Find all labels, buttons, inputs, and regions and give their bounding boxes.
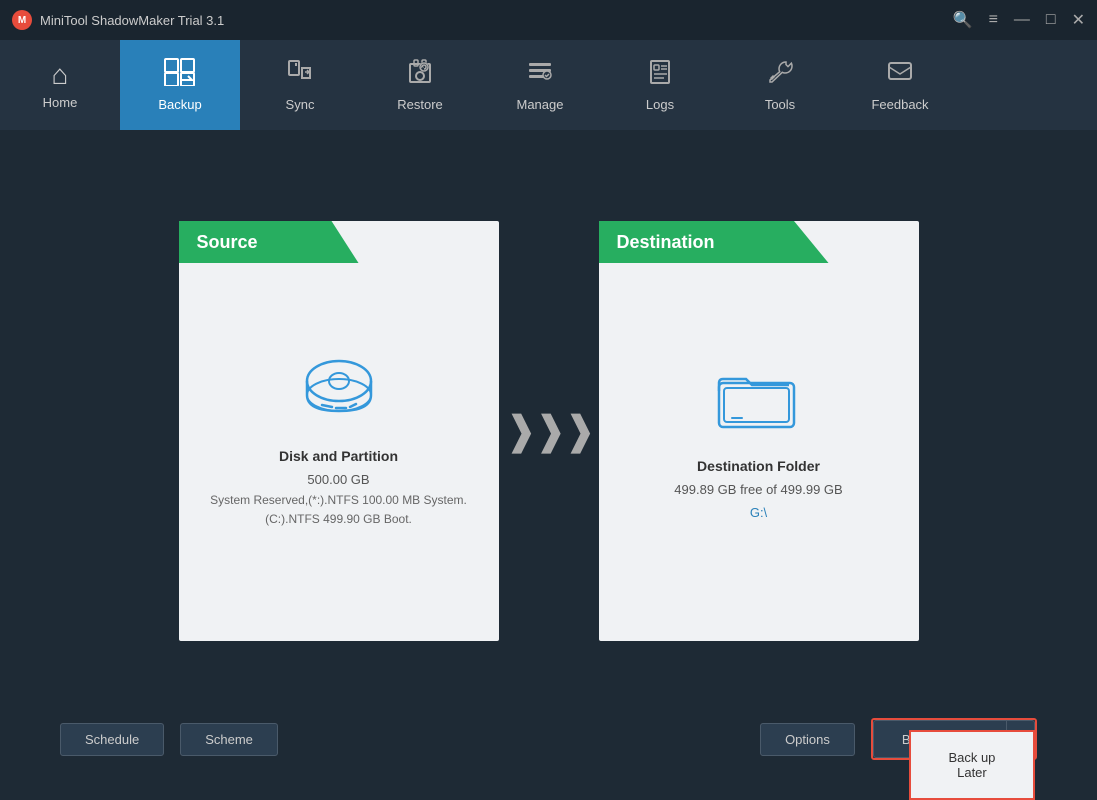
nav-manage-label: Manage: [517, 97, 564, 112]
nav-home-label: Home: [43, 95, 78, 110]
destination-card[interactable]: Destination Destination Folder 499.89 GB…: [599, 221, 919, 641]
title-bar: M MiniTool ShadowMaker Trial 3.1 🔍 ≡ — □…: [0, 0, 1097, 40]
arrow-section: ❱❱❱: [499, 408, 599, 454]
nav-restore-label: Restore: [397, 97, 443, 112]
nav-manage[interactable]: Manage: [480, 40, 600, 130]
nav-bar: ⌂ Home Backup Sync: [0, 40, 1097, 130]
logs-icon: [646, 58, 674, 91]
title-bar-left: M MiniTool ShadowMaker Trial 3.1: [12, 10, 224, 30]
bottom-right: Options Back up Now ▾ Back up Later: [760, 718, 1037, 760]
nav-tools[interactable]: Tools: [720, 40, 840, 130]
menu-icon[interactable]: ≡: [989, 11, 998, 29]
nav-sync-label: Sync: [286, 97, 315, 112]
nav-feedback[interactable]: Feedback: [840, 40, 960, 130]
schedule-button[interactable]: Schedule: [60, 723, 164, 756]
destination-title: Destination Folder: [697, 458, 820, 474]
nav-logs-label: Logs: [646, 97, 674, 112]
destination-header: Destination: [599, 221, 829, 263]
cards-row: Source Disk and Partition 500.00 GB Syst…: [60, 160, 1037, 702]
source-title: Disk and Partition: [279, 448, 398, 464]
restore-icon: [406, 58, 434, 91]
minimize-icon[interactable]: —: [1014, 11, 1030, 29]
destination-free: 499.89 GB free of 499.99 GB: [674, 482, 842, 497]
nav-sync[interactable]: Sync: [240, 40, 360, 130]
close-icon[interactable]: ✕: [1072, 10, 1085, 30]
forward-arrows: ❱❱❱: [504, 408, 593, 454]
backup-later-button[interactable]: Back up Later: [911, 742, 1033, 788]
nav-home[interactable]: ⌂ Home: [0, 40, 120, 130]
feedback-icon: [886, 58, 914, 91]
bottom-bar: Schedule Scheme Options Back up Now ▾ Ba…: [60, 718, 1037, 770]
maximize-icon[interactable]: □: [1046, 11, 1056, 29]
app-title: MiniTool ShadowMaker Trial 3.1: [40, 13, 224, 28]
nav-backup-label: Backup: [158, 97, 201, 112]
nav-tools-label: Tools: [765, 97, 795, 112]
main-content: Source Disk and Partition 500.00 GB Syst…: [0, 130, 1097, 790]
search-icon[interactable]: 🔍: [953, 10, 973, 30]
nav-feedback-label: Feedback: [871, 97, 928, 112]
window-controls[interactable]: 🔍 ≡ — □ ✕: [953, 10, 1085, 30]
nav-restore[interactable]: Restore: [360, 40, 480, 130]
manage-icon: [526, 58, 554, 91]
nav-backup[interactable]: Backup: [120, 40, 240, 130]
scheme-button[interactable]: Scheme: [180, 723, 278, 756]
source-size: 500.00 GB: [307, 472, 369, 487]
folder-icon: [714, 363, 804, 438]
source-detail: System Reserved,(*:).NTFS 100.00 MB Syst…: [179, 491, 499, 529]
destination-path: G:\: [750, 505, 767, 520]
backup-icon: [164, 58, 196, 91]
tools-icon: [766, 58, 794, 91]
source-card[interactable]: Source Disk and Partition 500.00 GB Syst…: [179, 221, 499, 641]
disk-icon: [294, 353, 384, 428]
sync-icon: [286, 58, 314, 91]
backup-group: Back up Now ▾ Back up Later: [871, 718, 1037, 760]
bottom-left: Schedule Scheme: [60, 723, 278, 756]
options-button[interactable]: Options: [760, 723, 855, 756]
home-icon: ⌂: [52, 61, 69, 89]
source-header: Source: [179, 221, 359, 263]
nav-logs[interactable]: Logs: [600, 40, 720, 130]
app-logo: M: [12, 10, 32, 30]
